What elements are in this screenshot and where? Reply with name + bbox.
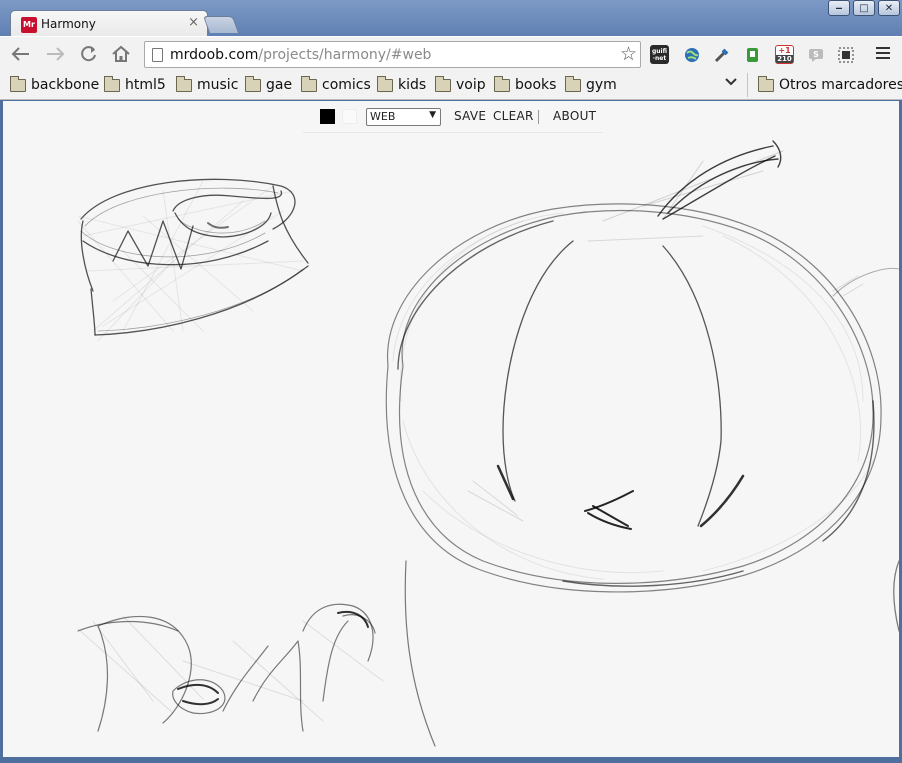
new-tab-button[interactable] — [202, 16, 240, 33]
bookmarks-bar: backbone html5 music gae comics kids voi… — [0, 70, 902, 100]
address-bar[interactable]: mrdoob.com/projects/harmony/#web ☆ — [144, 41, 641, 68]
folder-icon — [494, 75, 510, 92]
brush-select-value: WEB — [370, 110, 396, 123]
bookmark-folder[interactable]: html5 — [104, 75, 166, 94]
bookmark-label: gym — [586, 77, 617, 93]
forward-arrow-icon — [47, 47, 65, 61]
folder-icon — [301, 75, 317, 92]
bookmark-folder[interactable]: backbone — [10, 75, 100, 94]
back-arrow-icon — [11, 47, 29, 61]
minimize-button[interactable]: ‒ — [828, 0, 850, 16]
folder-icon — [435, 75, 451, 92]
foreground-color-swatch[interactable] — [320, 109, 335, 124]
dropper-graphic — [714, 48, 728, 62]
window-controls: ‒ □ ✕ — [828, 0, 900, 16]
instapaper-icon[interactable]: S — [806, 45, 825, 64]
drawing-canvas[interactable] — [3, 101, 899, 757]
bookmark-label: gae — [266, 77, 293, 93]
tab-harmony[interactable]: Mr Harmony × — [10, 10, 208, 37]
dropdown-arrow-icon: ▼ — [429, 110, 436, 120]
reload-button[interactable] — [76, 42, 102, 66]
bookmarks-divider — [747, 73, 748, 97]
window-titlebar: Mr Harmony × ‒ □ ✕ — [0, 0, 902, 37]
reload-icon — [81, 46, 96, 62]
mrdoob-favicon-icon: Mr — [21, 17, 37, 33]
sketch-apple — [385, 140, 899, 632]
clear-button[interactable]: CLEAR — [493, 109, 534, 123]
clip-graphic — [838, 47, 853, 62]
green-page-graphic — [746, 47, 758, 62]
bookmark-label: music — [197, 77, 239, 93]
svg-text:S: S — [813, 50, 819, 59]
about-button[interactable]: ABOUT — [553, 109, 596, 123]
folder-icon — [176, 75, 192, 92]
bookmark-label: backbone — [31, 77, 100, 93]
folder-icon — [758, 75, 774, 92]
bookmark-folder[interactable]: books — [494, 75, 557, 94]
window-bottom-border — [0, 757, 902, 763]
plus-one-label: +1 — [778, 45, 791, 55]
brush-select[interactable]: WEB ▼ — [366, 108, 441, 126]
folder-icon — [377, 75, 393, 92]
folder-icon — [565, 75, 581, 92]
plus-one-count: 210 — [776, 54, 793, 63]
url-host: mrdoob.com — [170, 47, 259, 63]
forward-button[interactable] — [42, 42, 68, 66]
back-button[interactable] — [8, 42, 34, 66]
home-button[interactable] — [108, 42, 134, 66]
bookmark-folder[interactable]: kids — [377, 75, 427, 94]
folder-icon — [245, 75, 261, 92]
dropper-icon[interactable] — [712, 45, 731, 64]
menu-separator — [538, 110, 539, 124]
clip-icon[interactable] — [836, 45, 855, 64]
guifi-net-icon[interactable]: guifi ·net — [650, 45, 669, 64]
tab-close-icon[interactable]: × — [188, 15, 199, 30]
bookmark-folder[interactable]: music — [176, 75, 239, 94]
google-plus-one-icon[interactable]: +1 210 — [775, 45, 794, 64]
chevron-down-icon — [725, 78, 737, 86]
harmony-menu: WEB ▼ SAVE CLEAR ABOUT — [303, 101, 603, 133]
speech-bubble-graphic: S — [808, 48, 823, 62]
url-path: /projects/harmony/#web — [258, 47, 432, 63]
bookmark-label: books — [515, 77, 557, 93]
bookmark-label: comics — [322, 77, 371, 93]
bookmarks-overflow-chevron-icon[interactable] — [724, 75, 738, 93]
bookmark-folder[interactable]: gym — [565, 75, 617, 94]
tab-title: Harmony — [41, 17, 96, 31]
bookmark-label: voip — [456, 77, 486, 93]
folder-icon — [104, 75, 120, 92]
chrome-menu-icon[interactable] — [876, 47, 890, 62]
folder-icon — [10, 75, 26, 92]
background-color-swatch[interactable] — [342, 109, 357, 124]
sketch-cylinder — [77, 178, 309, 342]
close-window-button[interactable]: ✕ — [878, 0, 900, 16]
bookmark-folder[interactable]: voip — [435, 75, 486, 94]
bookmark-label: Otros marcadores — [779, 77, 902, 93]
browser-toolbar: mrdoob.com/projects/harmony/#web ☆ guifi… — [0, 36, 902, 70]
bookmark-label: kids — [398, 77, 427, 93]
url-text[interactable]: mrdoob.com/projects/harmony/#web — [170, 47, 431, 63]
save-button[interactable]: SAVE — [454, 109, 486, 123]
evernote-green-icon[interactable] — [743, 45, 762, 64]
bookmark-folder[interactable]: comics — [301, 75, 371, 94]
maximize-button[interactable]: □ — [853, 0, 875, 16]
bookmark-label: html5 — [125, 77, 166, 93]
sketch-signature — [77, 560, 436, 747]
globe-graphic — [684, 47, 699, 62]
page-icon — [152, 48, 163, 62]
bookmark-star-icon[interactable]: ☆ — [620, 43, 637, 65]
globe-icon[interactable] — [682, 45, 701, 64]
bookmark-folder[interactable]: gae — [245, 75, 293, 94]
harmony-page: WEB ▼ SAVE CLEAR ABOUT — [3, 101, 899, 757]
home-icon — [112, 45, 130, 62]
other-bookmarks-folder[interactable]: Otros marcadores — [758, 75, 902, 94]
